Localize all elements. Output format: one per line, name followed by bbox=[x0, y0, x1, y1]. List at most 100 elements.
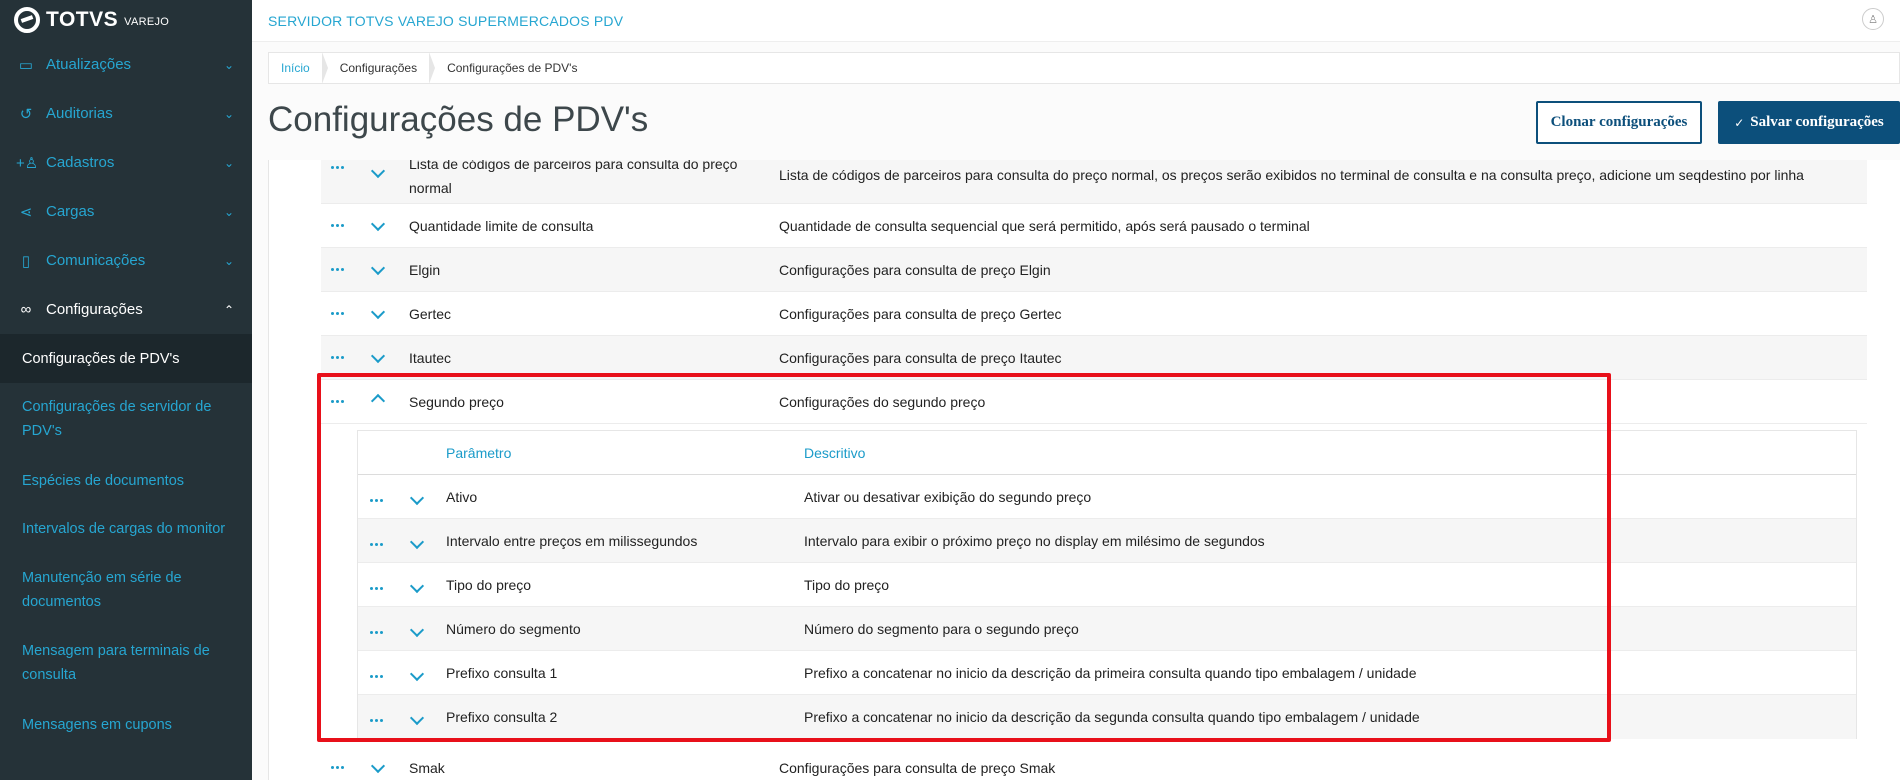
table-row[interactable]: Quantidade limite de consulta Quantidade… bbox=[321, 204, 1867, 248]
save-button-label: Salvar configurações bbox=[1750, 114, 1884, 130]
sidebar-subitem-intervalos-cargas[interactable]: Intervalos de cargas do monitor bbox=[0, 505, 252, 554]
more-options-icon[interactable] bbox=[331, 160, 344, 174]
chevron-down-icon: ⌄ bbox=[223, 155, 234, 170]
chevron-down-icon[interactable] bbox=[370, 348, 386, 365]
sidebar-item-label: Cargas bbox=[46, 203, 95, 220]
more-options-icon[interactable] bbox=[331, 390, 344, 408]
row-desc: Lista de códigos de parceiros para consu… bbox=[779, 167, 1804, 183]
more-options-icon[interactable] bbox=[331, 756, 344, 774]
sidebar-item-cadastros[interactable]: +♙ Cadastros ⌄ bbox=[0, 138, 252, 187]
more-options-icon[interactable] bbox=[331, 346, 344, 364]
row-desc: Configurações do segundo preço bbox=[779, 394, 986, 410]
chevron-down-icon[interactable] bbox=[409, 490, 425, 506]
more-options-icon[interactable] bbox=[370, 577, 383, 593]
sidebar-subitem-mensagem-terminais[interactable]: Mensagem para terminais de consulta bbox=[0, 627, 252, 700]
row-param: Elgin bbox=[409, 262, 441, 278]
row-param: Gertec bbox=[409, 306, 452, 322]
row-param: Número do segmento bbox=[446, 621, 581, 637]
user-icon[interactable]: ♙ bbox=[1862, 8, 1884, 30]
chevron-down-icon: ⌄ bbox=[223, 57, 234, 72]
chevron-down-icon[interactable] bbox=[409, 666, 425, 682]
table-row[interactable]: Itautec Configurações para consulta de p… bbox=[321, 336, 1867, 380]
column-header-parametro[interactable]: Parâmetro bbox=[446, 445, 511, 461]
chevron-down-icon: ⌄ bbox=[223, 253, 234, 268]
more-options-icon[interactable] bbox=[331, 302, 344, 320]
more-options-icon[interactable] bbox=[370, 709, 383, 725]
table-row[interactable]: Lista de códigos de parceiros para consu… bbox=[321, 160, 1867, 204]
phone-icon: ▯ bbox=[21, 252, 31, 270]
table-row-expanded[interactable]: Segundo preço Configurações do segundo p… bbox=[321, 380, 1867, 424]
breadcrumb: Início Configurações Configurações de PD… bbox=[268, 52, 1900, 84]
sidebar-item-label: Auditorias bbox=[46, 105, 113, 122]
table-row[interactable]: Elgin Configurações para consulta de pre… bbox=[321, 248, 1867, 292]
nested-table-row[interactable]: Número do segmento Número do segmento pa… bbox=[358, 607, 1856, 651]
nested-table: Parâmetro Descritivo Ativo Ativar ou des… bbox=[357, 430, 1857, 739]
nested-table-row[interactable]: Prefixo consulta 2 Prefixo a concatenar … bbox=[358, 695, 1856, 739]
sidebar-subitem-mensagens-cupons[interactable]: Mensagens em cupons bbox=[0, 700, 252, 749]
sidebar: TOTVS VAREJO ▭ Atualizações ⌄ ↺ Auditori… bbox=[0, 0, 252, 780]
row-param: Lista de códigos de parceiros para consu… bbox=[409, 160, 738, 196]
nested-table-row[interactable]: Tipo do preço Tipo do preço bbox=[358, 563, 1856, 607]
chevron-up-icon[interactable] bbox=[370, 390, 386, 410]
sidebar-item-configuracoes[interactable]: ∞ Configurações ⌃ bbox=[0, 285, 252, 334]
row-desc: Configurações para consulta de preço Ger… bbox=[779, 306, 1062, 322]
clone-button[interactable]: Clonar configurações bbox=[1536, 101, 1702, 144]
breadcrumb-inicio[interactable]: Início bbox=[269, 53, 322, 83]
more-options-icon[interactable] bbox=[331, 258, 344, 276]
sidebar-subitem-especies-documentos[interactable]: Espécies de documentos bbox=[0, 456, 252, 505]
server-icon: ▭ bbox=[18, 56, 34, 74]
chevron-down-icon[interactable] bbox=[409, 622, 425, 638]
logo-text: TOTVS bbox=[46, 8, 119, 31]
row-desc: Ativar ou desativar exibição do segundo … bbox=[804, 489, 1092, 505]
sidebar-subitem-configuracoes-servidor[interactable]: Configurações de servidor de PDV's bbox=[0, 383, 252, 456]
check-icon: ✓ bbox=[1734, 115, 1745, 130]
link-icon: ∞ bbox=[20, 301, 32, 318]
more-options-icon[interactable] bbox=[370, 533, 383, 549]
sidebar-item-cargas[interactable]: ⋖ Cargas ⌄ bbox=[0, 187, 252, 236]
row-desc: Configurações para consulta de preço Elg… bbox=[779, 262, 1051, 278]
table-row[interactable]: Smak Configurações para consulta de preç… bbox=[321, 746, 1867, 780]
sidebar-item-label: Configurações bbox=[46, 301, 143, 318]
more-options-icon[interactable] bbox=[370, 665, 383, 681]
column-header-descritivo[interactable]: Descritivo bbox=[804, 445, 865, 461]
top-bar: SERVIDOR TOTVS VAREJO SUPERMERCADOS PDV bbox=[252, 0, 1900, 42]
row-param: Prefixo consulta 1 bbox=[446, 665, 558, 681]
more-options-icon[interactable] bbox=[370, 489, 383, 505]
nested-table-row[interactable]: Ativo Ativar ou desativar exibição do se… bbox=[358, 475, 1856, 519]
chevron-down-icon: ⌄ bbox=[223, 204, 234, 219]
sidebar-subitem-configuracoes-pdv[interactable]: Configurações de PDV's bbox=[0, 334, 252, 383]
more-options-icon[interactable] bbox=[331, 214, 344, 232]
settings-table-container[interactable]: Lista de códigos de parceiros para consu… bbox=[268, 160, 1900, 780]
totvs-logo-icon bbox=[14, 7, 40, 33]
sidebar-item-auditorias[interactable]: ↺ Auditorias ⌄ bbox=[0, 89, 252, 138]
sidebar-item-comunicacoes[interactable]: ▯ Comunicações ⌄ bbox=[0, 236, 252, 285]
sidebar-subitem-manutencao-serie[interactable]: Manutenção em série de documentos bbox=[0, 554, 252, 627]
chevron-down-icon[interactable] bbox=[409, 710, 425, 726]
nested-table-row[interactable]: Prefixo consulta 1 Prefixo a concatenar … bbox=[358, 651, 1856, 695]
add-user-icon: +♙ bbox=[16, 154, 39, 172]
save-button[interactable]: ✓ Salvar configurações bbox=[1718, 101, 1900, 144]
sidebar-item-label: Comunicações bbox=[46, 252, 146, 269]
sidebar-item-atualizacoes[interactable]: ▭ Atualizações ⌄ bbox=[0, 40, 252, 89]
share-icon: ⋖ bbox=[19, 203, 33, 221]
chevron-down-icon[interactable] bbox=[370, 260, 386, 277]
row-param: Tipo do preço bbox=[446, 577, 532, 593]
chevron-down-icon[interactable] bbox=[370, 758, 386, 775]
more-options-icon[interactable] bbox=[370, 621, 383, 637]
row-desc: Configurações para consulta de preço Ita… bbox=[779, 350, 1062, 366]
row-param: Quantidade limite de consulta bbox=[409, 218, 594, 234]
chevron-down-icon[interactable] bbox=[370, 216, 386, 233]
breadcrumb-configuracoes[interactable]: Configurações bbox=[328, 53, 429, 83]
chevron-down-icon[interactable] bbox=[370, 163, 386, 180]
chevron-down-icon[interactable] bbox=[409, 578, 425, 594]
chevron-down-icon[interactable] bbox=[409, 534, 425, 550]
chevron-down-icon[interactable] bbox=[370, 304, 386, 321]
table-row[interactable]: Gertec Configurações para consulta de pr… bbox=[321, 292, 1867, 336]
logo[interactable]: TOTVS VAREJO bbox=[0, 0, 252, 40]
server-name: SERVIDOR TOTVS VAREJO SUPERMERCADOS PDV bbox=[268, 12, 624, 29]
breadcrumb-current: Configurações de PDV's bbox=[447, 61, 578, 75]
row-param: Itautec bbox=[409, 350, 452, 366]
sidebar-item-label: Atualizações bbox=[46, 56, 132, 73]
nested-table-row[interactable]: Intervalo entre preços em milissegundos … bbox=[358, 519, 1856, 563]
row-desc: Quantidade de consulta sequencial que se… bbox=[779, 218, 1310, 234]
